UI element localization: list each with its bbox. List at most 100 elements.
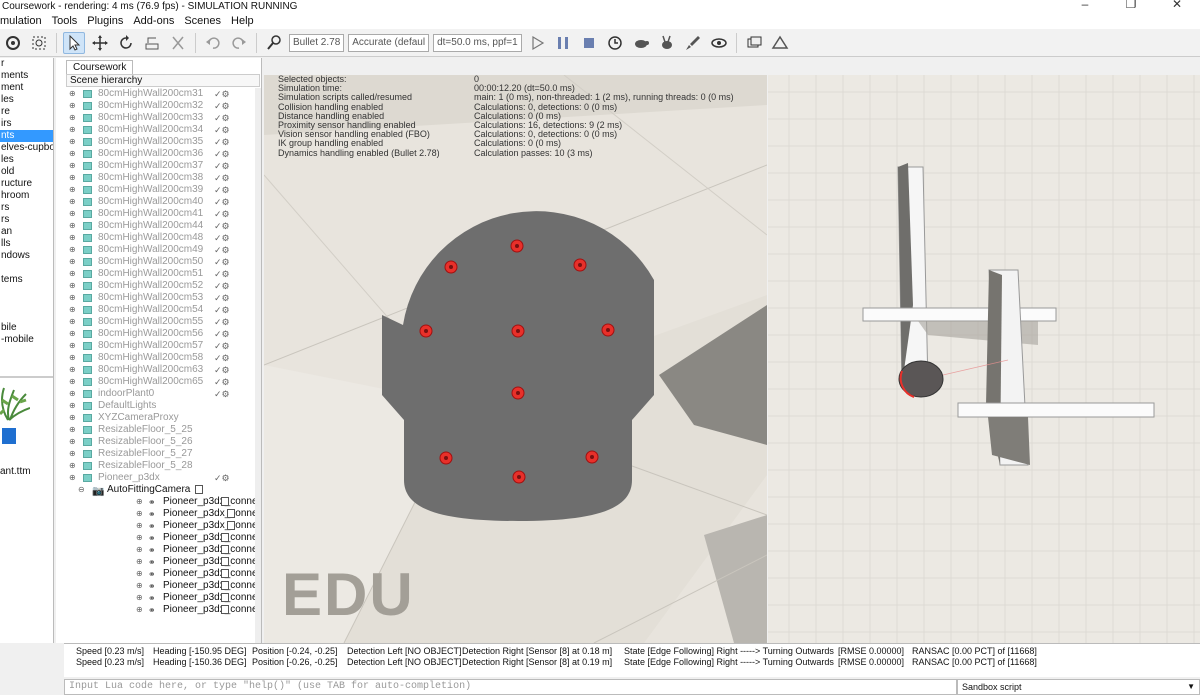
model-folder-item[interactable] xyxy=(0,298,53,310)
expand-toggle-icon[interactable]: ⊕ xyxy=(69,424,76,436)
hierarchy-item[interactable]: ⊕ 80cmHighWall200cm34 ✓⚙ xyxy=(56,124,256,136)
script-icon[interactable]: ✓⚙ xyxy=(214,256,230,268)
hierarchy-item[interactable]: ⊕ ResizableFloor_5_27 xyxy=(56,448,256,460)
hierarchy-item[interactable]: ⊕ 80cmHighWall200cm56 ✓⚙ xyxy=(56,328,256,340)
document-icon[interactable] xyxy=(221,545,229,554)
expand-toggle-icon[interactable]: ⊕ xyxy=(69,436,76,448)
expand-toggle-icon[interactable]: ⊕ xyxy=(69,256,76,268)
script-icon[interactable]: ✓⚙ xyxy=(214,136,230,148)
script-icon[interactable]: ✓⚙ xyxy=(214,88,230,100)
hierarchy-item[interactable]: ⊕ 80cmHighWall200cm38 ✓⚙ xyxy=(56,172,256,184)
hierarchy-item[interactable]: ⊕ 80cmHighWall200cm36 ✓⚙ xyxy=(56,148,256,160)
accuracy-select[interactable]: Accurate (defaul xyxy=(348,33,430,52)
document-icon[interactable] xyxy=(221,497,229,506)
model-folder-item[interactable]: les xyxy=(0,154,53,166)
hierarchy-item[interactable]: ⊕ 80cmHighWall200cm40 ✓⚙ xyxy=(56,196,256,208)
model-folder-item[interactable]: tems xyxy=(0,274,53,286)
menu-add-ons[interactable]: Add-ons xyxy=(133,13,174,29)
stop-simulation-button[interactable] xyxy=(578,32,600,54)
hierarchy-item[interactable]: ⊕ indoorPlant0 ✓⚙ xyxy=(56,388,256,400)
minimize-button[interactable]: – xyxy=(1062,0,1108,14)
script-icon[interactable]: ✓⚙ xyxy=(214,316,230,328)
hierarchy-item[interactable]: ⊕ ⚭ Pioneer_p3dx_connection5 xyxy=(56,568,261,580)
thread-rendering-button[interactable] xyxy=(682,32,704,54)
expand-toggle-icon[interactable]: ⊕ xyxy=(69,148,76,160)
model-folder-item[interactable]: old xyxy=(0,166,53,178)
expand-toggle-icon[interactable]: ⊕ xyxy=(69,196,76,208)
redo-button[interactable] xyxy=(228,32,250,54)
expand-toggle-icon[interactable]: ⊕ xyxy=(69,172,76,184)
model-folder-item[interactable]: rs xyxy=(0,202,53,214)
script-icon[interactable]: ✓⚙ xyxy=(214,208,230,220)
faster-button[interactable] xyxy=(656,32,678,54)
model-folder-item[interactable] xyxy=(0,262,53,274)
lua-command-input[interactable]: Input Lua code here, or type "help()" (u… xyxy=(64,679,957,695)
document-icon[interactable] xyxy=(221,533,229,542)
hierarchy-item[interactable]: ⊕ ResizableFloor_5_25 xyxy=(56,424,256,436)
model-folder-item[interactable] xyxy=(0,310,53,322)
floating-view[interactable] xyxy=(768,75,1200,643)
document-icon[interactable] xyxy=(221,581,229,590)
script-icon[interactable]: ✓⚙ xyxy=(214,124,230,136)
hierarchy-item[interactable]: ⊕ 80cmHighWall200cm41 ✓⚙ xyxy=(56,208,256,220)
script-icon[interactable]: ✓⚙ xyxy=(214,160,230,172)
expand-toggle-icon[interactable]: ⊕ xyxy=(69,400,76,412)
document-icon[interactable] xyxy=(221,569,229,578)
expand-toggle-icon[interactable]: ⊕ xyxy=(69,472,76,484)
hierarchy-item[interactable]: ⊕ ResizableFloor_5_26 xyxy=(56,436,256,448)
hierarchy-item[interactable]: ⊕ 80cmHighWall200cm32 ✓⚙ xyxy=(56,100,256,112)
menu-plugins[interactable]: Plugins xyxy=(87,13,123,29)
hierarchy-item[interactable]: ⊕ ⚭ Pioneer_p3dx_connection3 xyxy=(56,544,261,556)
expand-toggle-icon[interactable]: ⊕ xyxy=(136,508,143,520)
expand-toggle-icon[interactable]: ⊕ xyxy=(69,352,76,364)
model-folder-item[interactable]: re xyxy=(0,106,53,118)
script-icon[interactable]: ✓⚙ xyxy=(214,232,230,244)
hierarchy-item[interactable]: ⊕ Pioneer_p3dx ✓⚙ xyxy=(56,472,256,484)
transfer-dna-button[interactable] xyxy=(167,32,189,54)
hierarchy-item[interactable]: ⊕ ⚭ Pioneer_p3dx_connection6 xyxy=(56,580,261,592)
expand-toggle-icon[interactable]: ⊕ xyxy=(136,544,143,556)
hierarchy-item[interactable]: ⊕ 80cmHighWall200cm63 ✓⚙ xyxy=(56,364,256,376)
model-folder-item[interactable]: lls xyxy=(0,238,53,250)
expand-toggle-icon[interactable]: ⊕ xyxy=(69,448,76,460)
hierarchy-item[interactable]: ⊕ 80cmHighWall200cm31 ✓⚙ xyxy=(56,88,256,100)
hierarchy-item[interactable]: ⊕ ⚭ Pioneer_p3dx_connection8 xyxy=(56,604,261,616)
physics-engine-select[interactable]: Bullet 2.78 xyxy=(289,33,345,52)
hierarchy-item[interactable]: ⊕ ResizableFloor_5_28 xyxy=(56,460,256,472)
hierarchy-item[interactable]: ⊕ DefaultLights xyxy=(56,400,256,412)
timestep-select[interactable]: dt=50.0 ms, ppf=1 xyxy=(433,33,522,52)
slower-button[interactable] xyxy=(630,32,652,54)
script-icon[interactable]: ✓⚙ xyxy=(214,376,230,388)
model-folder-item[interactable]: hroom xyxy=(0,190,53,202)
expand-toggle-icon[interactable]: ⊕ xyxy=(136,592,143,604)
model-folder-item[interactable] xyxy=(0,286,53,298)
page-selector-button[interactable] xyxy=(743,32,765,54)
pause-simulation-button[interactable] xyxy=(552,32,574,54)
model-folder-item[interactable]: an xyxy=(0,226,53,238)
script-icon[interactable]: ✓⚙ xyxy=(214,292,230,304)
script-icon[interactable]: ✓⚙ xyxy=(214,100,230,112)
hierarchy-item[interactable]: ⊕ 80cmHighWall200cm44 ✓⚙ xyxy=(56,220,256,232)
script-selector[interactable]: Sandbox script ▼ xyxy=(957,679,1200,695)
close-button[interactable]: ✕ xyxy=(1154,0,1200,14)
menu-scenes[interactable]: Scenes xyxy=(184,13,221,29)
hierarchy-item[interactable]: ⊕ 80cmHighWall200cm48 ✓⚙ xyxy=(56,232,256,244)
move-button[interactable] xyxy=(89,32,111,54)
expand-toggle-icon[interactable]: ⊕ xyxy=(69,184,76,196)
model-folder-item[interactable]: r xyxy=(0,58,53,70)
document-icon[interactable] xyxy=(221,593,229,602)
real-time-button[interactable] xyxy=(604,32,626,54)
expand-toggle-icon[interactable]: ⊕ xyxy=(136,532,143,544)
engine-settings-button[interactable] xyxy=(263,32,285,54)
script-icon[interactable]: ✓⚙ xyxy=(214,112,230,124)
script-icon[interactable]: ✓⚙ xyxy=(214,148,230,160)
script-icon[interactable]: ✓⚙ xyxy=(214,184,230,196)
expand-toggle-icon[interactable]: ⊕ xyxy=(69,268,76,280)
model-folder-item[interactable]: ructure xyxy=(0,178,53,190)
maximize-button[interactable]: ❐ xyxy=(1108,0,1154,14)
expand-toggle-icon[interactable]: ⊕ xyxy=(69,316,76,328)
hierarchy-item[interactable]: ⊕ 80cmHighWall200cm55 ✓⚙ xyxy=(56,316,256,328)
start-simulation-button[interactable] xyxy=(526,32,548,54)
expand-toggle-icon[interactable]: ⊕ xyxy=(69,328,76,340)
expand-toggle-icon[interactable]: ⊕ xyxy=(69,232,76,244)
